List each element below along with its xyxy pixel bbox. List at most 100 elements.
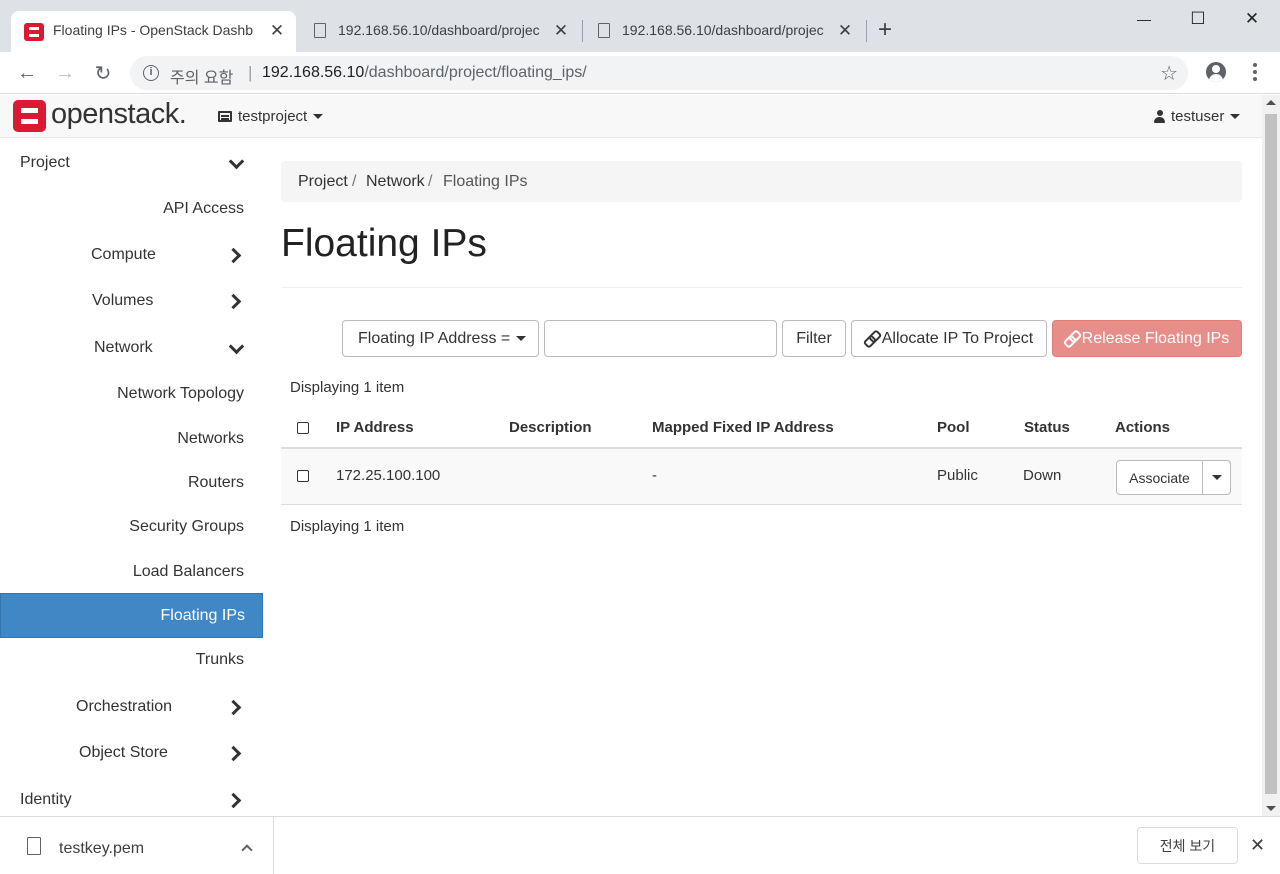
sidebar: Project API Access Compute Volumes Netwo…: [0, 139, 263, 816]
chevron-down-icon: [230, 157, 242, 169]
openstack-logo-icon[interactable]: [13, 100, 46, 132]
associate-label: Associate: [1129, 469, 1190, 486]
window-close-button[interactable]: ✕: [1237, 6, 1267, 32]
reload-icon[interactable]: ↻: [90, 60, 116, 86]
tab-title: Floating IPs - OpenStack Dashb: [53, 22, 253, 38]
sidebar-item-label: Volumes: [92, 292, 154, 309]
sidebar-item-label: Object Store: [79, 744, 168, 761]
page-icon: [598, 23, 610, 38]
page-title: Floating IPs: [281, 222, 487, 265]
browser-tab-2[interactable]: 192.168.56.10/dashboard/projec ✕: [300, 11, 580, 52]
user-menu[interactable]: testuser: [1154, 108, 1241, 125]
link-icon: [865, 332, 878, 345]
new-tab-button[interactable]: +: [878, 18, 892, 42]
tab-title: 192.168.56.10/dashboard/projec: [338, 22, 540, 38]
row-checkbox[interactable]: [297, 470, 309, 482]
filter-button[interactable]: Filter: [782, 320, 846, 357]
project-name: testproject: [238, 108, 308, 125]
browser-menu-icon[interactable]: [1245, 62, 1265, 82]
browser-tab-3[interactable]: 192.168.56.10/dashboard/projec ✕: [584, 11, 864, 52]
profile-avatar-icon[interactable]: [1206, 62, 1226, 82]
chevron-right-icon: [230, 249, 242, 261]
maximize-button[interactable]: ☐: [1183, 6, 1213, 32]
tab-separator: [582, 20, 583, 42]
project-icon: [218, 111, 232, 122]
browser-tab-active[interactable]: Floating IPs - OpenStack Dashb ✕: [11, 11, 296, 52]
show-all-label: 전체 보기: [1159, 837, 1216, 854]
associate-button[interactable]: Associate: [1116, 460, 1203, 495]
project-switcher[interactable]: testproject: [218, 108, 324, 125]
show-all-downloads-button[interactable]: 전체 보기: [1137, 827, 1238, 864]
breadcrumb-current: Floating IPs: [443, 173, 528, 190]
sidebar-item-label: API Access: [163, 200, 244, 217]
download-file-name: testkey.pem: [59, 840, 145, 857]
brand-name[interactable]: openstack.: [51, 98, 187, 131]
bookmark-star-icon[interactable]: ☆: [1160, 61, 1178, 86]
address-bar[interactable]: i 주의 요함 | 192.168.56.10/dashboard/projec…: [130, 56, 1188, 90]
breadcrumb-separator: /: [428, 173, 433, 190]
browser-tabstrip: Floating IPs - OpenStack Dashb ✕ 192.168…: [0, 0, 1280, 52]
security-warning[interactable]: 주의 요함: [170, 64, 233, 88]
chevron-up-icon[interactable]: [242, 844, 252, 854]
column-ip-address[interactable]: IP Address: [336, 419, 414, 436]
sidebar-item-label: Network Topology: [117, 385, 244, 402]
sidebar-item-label: Network: [94, 339, 153, 356]
select-all-checkbox[interactable]: [297, 422, 309, 434]
caret-down-icon: [1211, 475, 1222, 480]
page-scrollbar[interactable]: [1262, 95, 1280, 816]
row-actions-dropdown[interactable]: [1202, 460, 1231, 495]
tab-title: 192.168.56.10/dashboard/projec: [622, 22, 824, 38]
title-divider: [281, 287, 1242, 288]
breadcrumb: Project / Network / Floating IPs: [281, 161, 1242, 202]
info-icon[interactable]: i: [143, 65, 159, 81]
tab-close-icon[interactable]: ✕: [268, 21, 286, 41]
filter-button-label: Filter: [796, 329, 832, 347]
scroll-down-icon[interactable]: [1266, 806, 1276, 811]
column-description[interactable]: Description: [509, 419, 592, 436]
url-path: /dashboard/project/floating_ips/: [364, 64, 587, 81]
filter-input[interactable]: [544, 320, 777, 357]
scroll-thumb[interactable]: [1265, 114, 1277, 794]
forward-icon[interactable]: →: [52, 60, 78, 86]
cell-pool: Public: [937, 467, 978, 484]
openstack-logo-icon: [24, 23, 44, 41]
download-item[interactable]: testkey.pem: [0, 817, 274, 874]
filter-field-label: Floating IP Address =: [358, 329, 511, 347]
page-icon: [314, 23, 326, 38]
breadcrumb-separator: /: [352, 173, 357, 190]
sidebar-item-label: Floating IPs: [160, 607, 245, 624]
file-icon: [27, 837, 41, 855]
breadcrumb-project[interactable]: Project: [298, 173, 348, 191]
unlink-icon: [1065, 332, 1078, 345]
release-floating-ips-button[interactable]: Release Floating IPs: [1052, 320, 1242, 357]
chevron-right-icon: [230, 794, 242, 806]
filter-field-select[interactable]: Floating IP Address =: [342, 320, 539, 357]
back-icon[interactable]: ←: [14, 60, 40, 86]
close-shelf-icon[interactable]: ✕: [1250, 835, 1265, 856]
column-mapped-fixed-ip[interactable]: Mapped Fixed IP Address: [652, 419, 834, 436]
tab-close-icon[interactable]: ✕: [836, 21, 854, 41]
browser-toolbar: ← → ↻ i 주의 요함 | 192.168.56.10/dashboard/…: [0, 52, 1280, 94]
sidebar-item-label: Routers: [187, 474, 244, 491]
url-text[interactable]: 192.168.56.10/dashboard/project/floating…: [262, 64, 587, 82]
column-status[interactable]: Status: [1024, 419, 1070, 436]
user-icon: [1154, 110, 1165, 123]
sidebar-item-label: Compute: [91, 246, 156, 263]
url-host: 192.168.56.10: [262, 64, 365, 81]
scroll-up-icon[interactable]: [1266, 100, 1276, 105]
download-shelf: testkey.pem 전체 보기 ✕: [0, 816, 1280, 874]
item-count-top: Displaying 1 item: [290, 379, 405, 396]
url-separator: |: [248, 63, 253, 82]
tab-close-icon[interactable]: ✕: [552, 21, 570, 41]
minimize-button[interactable]: —: [1129, 6, 1159, 32]
allocate-ip-button[interactable]: Allocate IP To Project: [851, 320, 1047, 357]
breadcrumb-network[interactable]: Network: [366, 173, 425, 191]
table-row: 172.25.100.100 - Public Down Associate: [281, 449, 1242, 505]
sidebar-item-floating-ips[interactable]: Floating IPs: [0, 593, 263, 638]
sidebar-item-label: Networks: [177, 430, 244, 447]
chevron-down-icon: [230, 342, 242, 354]
column-pool[interactable]: Pool: [937, 419, 970, 436]
release-floating-ips-label: Release Floating IPs: [1081, 329, 1230, 347]
allocate-ip-label: Allocate IP To Project: [881, 329, 1034, 347]
caret-down-icon: [313, 114, 324, 119]
